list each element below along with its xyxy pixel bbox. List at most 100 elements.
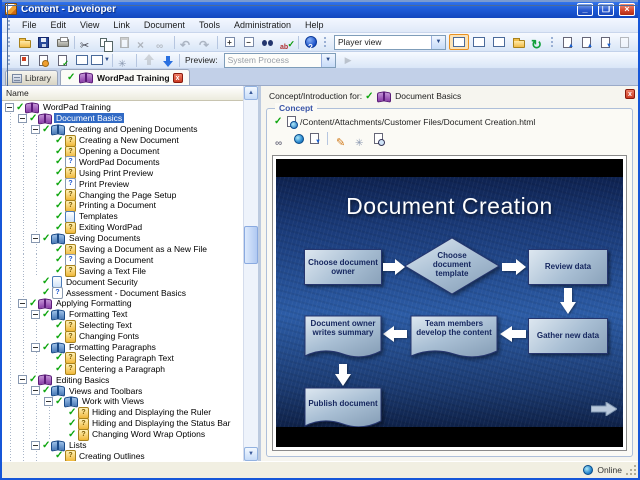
window-view-button[interactable] (72, 52, 91, 68)
broken-links-button[interactable] (115, 52, 134, 68)
undo-button[interactable] (177, 34, 196, 50)
tree-item[interactable]: ✓ Hiding and Displaying the Status Bar (2, 417, 243, 430)
tree-item[interactable]: ✓ Centering a Paragraph (2, 363, 243, 376)
validate-content-button[interactable] (53, 52, 72, 68)
tree-item[interactable]: ✓ Templates (2, 210, 243, 223)
close-pane-button[interactable]: x (625, 89, 635, 99)
cut-button[interactable] (77, 34, 96, 50)
preview-content-button[interactable] (34, 52, 53, 68)
menu-tools[interactable]: Tools (192, 19, 227, 31)
move-up-button[interactable] (139, 52, 158, 68)
menu-view[interactable]: View (73, 19, 106, 31)
refresh-button[interactable] (528, 34, 547, 50)
edit-icon[interactable] (336, 133, 349, 145)
expand-toggle-icon[interactable] (31, 386, 40, 396)
menu-file[interactable]: File (15, 19, 44, 31)
collapse-all-button[interactable]: − (239, 34, 258, 50)
expand-toggle-icon[interactable] (5, 102, 14, 112)
tree-item[interactable]: ✓ Creating Outlines (2, 450, 243, 461)
name-column-header[interactable]: Name (2, 86, 258, 101)
resize-grip[interactable] (626, 465, 636, 475)
tree-item[interactable]: ✓ Document Basics (2, 113, 243, 124)
preview-combobox[interactable]: System Process ▼ (223, 52, 336, 68)
expand-toggle-icon[interactable] (18, 298, 27, 308)
run-preview-button[interactable]: ▶ (339, 52, 358, 68)
tree-item[interactable]: ✓ Saving Documents (2, 233, 243, 244)
tree-item[interactable]: ✓ Creating a New Document (2, 134, 243, 147)
menu-edit[interactable]: Edit (44, 19, 74, 31)
window-view-menu-button[interactable]: ▼ (91, 52, 110, 68)
split-horizontal-button[interactable] (469, 34, 489, 50)
delete-button[interactable] (134, 34, 153, 50)
tree-item[interactable]: ✓ Saving a Document as a New File (2, 243, 243, 256)
player-view-button[interactable] (449, 34, 469, 50)
spelling-button[interactable] (277, 34, 296, 50)
tree-item[interactable]: ✓ Editing Basics (2, 374, 243, 385)
tree-item[interactable]: ✓ Opening a Document (2, 145, 243, 158)
expand-toggle-icon[interactable] (44, 396, 53, 406)
tree-item[interactable]: ✓ Formatting Text (2, 309, 243, 320)
help-button[interactable] (301, 34, 320, 50)
tree-item[interactable]: ✓ Views and Toolbars (2, 385, 243, 396)
tree-item[interactable]: ✓ Lists (2, 440, 243, 451)
tree-item[interactable]: ✓ Saving a Document (2, 254, 243, 267)
tree-item[interactable]: ✓ WordPad Training (2, 102, 243, 113)
tree-item[interactable]: ✓ Changing the Page Setup (2, 189, 243, 202)
tree-item[interactable]: ✓ Changing Word Wrap Options (2, 428, 243, 441)
tab-close-button[interactable]: x (172, 72, 183, 83)
export-icon[interactable] (310, 133, 321, 145)
tree-item[interactable]: ✓ Changing Fonts (2, 330, 243, 343)
expand-toggle-icon[interactable] (31, 233, 40, 243)
expand-toggle-icon[interactable] (31, 440, 40, 450)
menu-link[interactable]: Link (106, 19, 137, 31)
expand-all-button[interactable]: + (220, 34, 239, 50)
print-preview-icon[interactable] (374, 133, 385, 146)
tree-item[interactable]: ✓ Applying Formatting (2, 298, 243, 309)
scroll-up-icon[interactable]: ▲ (244, 86, 258, 100)
expand-toggle-icon[interactable] (31, 309, 40, 319)
tree-item[interactable]: ✓ Document Security (2, 276, 243, 289)
next-slide-arrow[interactable] (590, 401, 618, 421)
refresh-links-icon[interactable] (355, 133, 368, 145)
tree-item[interactable]: ✓ Using Print Preview (2, 167, 243, 180)
check-out-button[interactable] (558, 34, 577, 50)
paste-button[interactable] (115, 34, 134, 50)
view-mode-combobox[interactable]: Player view ▼ (334, 34, 446, 50)
expand-toggle-icon[interactable] (31, 124, 40, 134)
redo-button[interactable] (196, 34, 215, 50)
tree-item[interactable]: ✓ Saving a Text File (2, 265, 243, 278)
tab-library[interactable]: Library (5, 70, 58, 85)
open-button[interactable] (15, 34, 34, 50)
find-button[interactable] (258, 34, 277, 50)
link-button[interactable] (153, 34, 172, 50)
tree-item[interactable]: ✓ Exiting WordPad (2, 221, 243, 234)
expand-toggle-icon[interactable] (18, 375, 27, 385)
tree-item[interactable]: ✓ Work with Views (2, 396, 243, 407)
tree-item[interactable]: ✓ Print Preview (2, 178, 243, 191)
check-in-button[interactable] (577, 34, 596, 50)
tree-item[interactable]: ✓ Assessment - Document Basics (2, 287, 243, 300)
expand-toggle-icon[interactable] (31, 342, 40, 352)
tree-item[interactable]: ✓ Selecting Text (2, 319, 243, 332)
tree-item[interactable]: ✓ Formatting Paragraphs (2, 342, 243, 353)
link-icon[interactable] (275, 133, 288, 145)
tree-item[interactable]: ✓ Hiding and Displaying the Ruler (2, 406, 243, 419)
split-vertical-button[interactable] (489, 34, 509, 50)
copy-button[interactable] (96, 34, 115, 52)
print-button[interactable] (53, 34, 72, 50)
get-version-button[interactable] (596, 34, 615, 50)
menu-document[interactable]: Document (137, 19, 192, 31)
publish-icon[interactable] (294, 133, 304, 144)
menu-help[interactable]: Help (298, 19, 331, 31)
new-content-button[interactable] (15, 52, 34, 68)
tree-item[interactable]: ✓ Selecting Paragraph Text (2, 352, 243, 365)
scroll-down-icon[interactable]: ▼ (244, 447, 258, 461)
attachment-path[interactable]: /Content/Attachments/Customer Files/Docu… (300, 117, 535, 127)
tree-item[interactable]: ✓ WordPad Documents (2, 156, 243, 169)
tree-scrollbar[interactable]: ▲ ▼ (243, 86, 258, 461)
open-in-folder-button[interactable] (509, 34, 528, 50)
discard-button[interactable] (615, 34, 634, 50)
tab-wordpad-training[interactable]: ✓ WordPad Training x (59, 69, 190, 85)
scrollbar-thumb[interactable] (244, 226, 258, 264)
menu-administration[interactable]: Administration (227, 19, 298, 31)
